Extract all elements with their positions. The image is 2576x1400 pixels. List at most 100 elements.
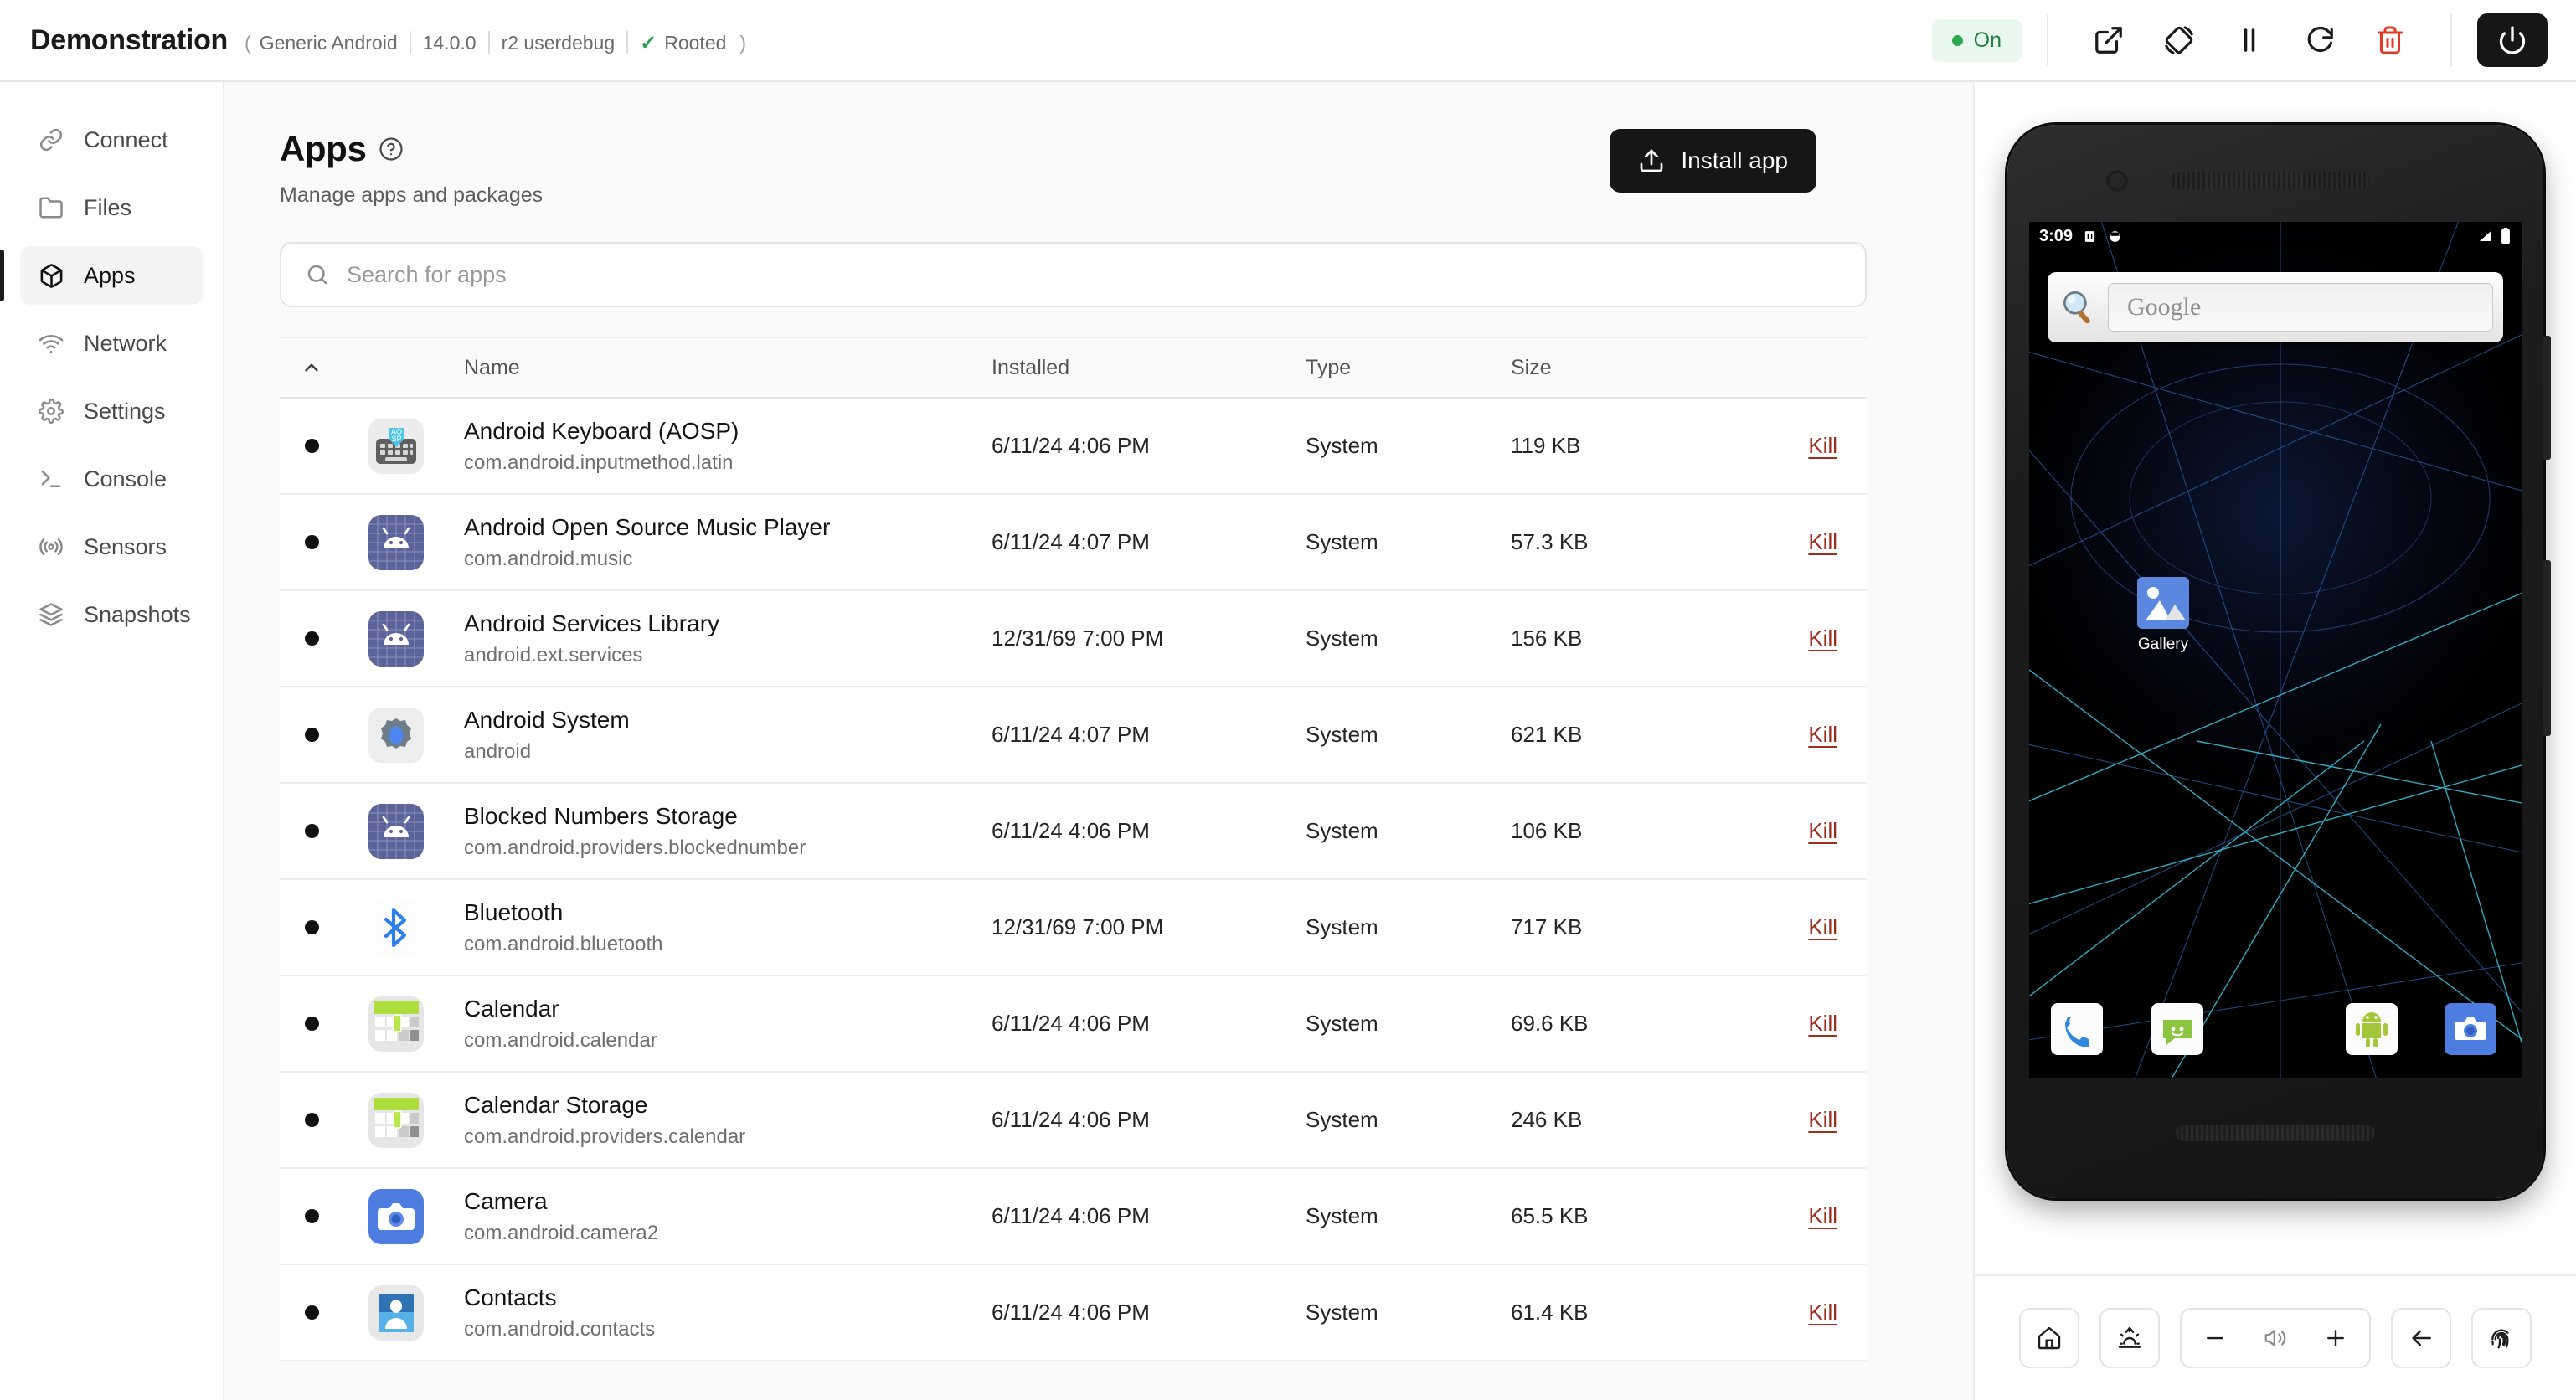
refresh-icon: [2304, 24, 2336, 56]
status-label: On: [1973, 28, 2002, 52]
table-row[interactable]: Android System android 6/11/24 4:07 PM S…: [280, 687, 1867, 784]
android-icon: [368, 610, 424, 667]
restart-button[interactable]: [2292, 13, 2347, 68]
calendar-icon: [368, 1092, 424, 1148]
table-header-size[interactable]: Size: [1511, 356, 1754, 380]
table-header-name[interactable]: Name: [456, 356, 992, 380]
app-installed: 6/11/24 4:06 PM: [992, 1107, 1150, 1132]
kill-app-link[interactable]: Kill: [1808, 625, 1837, 651]
keyboard-icon: AO SP: [368, 418, 424, 474]
device-version: 14.0.0: [422, 31, 477, 54]
table-row[interactable]: AO SP Android Keyboard (AOSP) com.androi…: [280, 399, 1867, 495]
brightness-sunrise-icon: [2116, 1325, 2143, 1351]
chevron-up-icon: [297, 357, 326, 378]
kill-app-link[interactable]: Kill: [1808, 529, 1837, 555]
kill-app-link[interactable]: Kill: [1808, 914, 1837, 940]
install-app-button[interactable]: Install app: [1610, 129, 1816, 193]
app-size: 61.4 KB: [1511, 1300, 1589, 1325]
home-icon: [2036, 1325, 2063, 1351]
running-dot-icon: [304, 920, 319, 934]
open-external-button[interactable]: [2081, 13, 2136, 68]
app-package: com.android.providers.blockednumber: [464, 836, 806, 860]
fingerprint-button[interactable]: [2471, 1308, 2532, 1368]
kill-app-link[interactable]: Kill: [1808, 818, 1837, 844]
phone-icon[interactable]: [2051, 1003, 2103, 1055]
device-status-bar: 3:09: [2029, 222, 2522, 250]
calendar-icon: [368, 996, 424, 1052]
camera-icon: [368, 1188, 424, 1244]
kill-app-link[interactable]: Kill: [1808, 1011, 1837, 1037]
table-row[interactable]: Calendar Storage com.android.providers.c…: [280, 1073, 1867, 1169]
body: Connect Files Apps Network Settings Cons…: [0, 82, 2576, 1400]
table-row[interactable]: Android Services Library android.ext.ser…: [280, 591, 1867, 687]
home-button[interactable]: [2019, 1308, 2079, 1368]
kill-app-link[interactable]: Kill: [1808, 1300, 1837, 1325]
sidebar-item-network[interactable]: Network: [20, 314, 203, 373]
table-row[interactable]: Camera com.android.camera2 6/11/24 4:06 …: [280, 1169, 1867, 1265]
sidebar-item-settings[interactable]: Settings: [20, 382, 203, 440]
power-icon: [2497, 25, 2527, 55]
sidebar-item-apps[interactable]: Apps: [0, 246, 203, 305]
device-name: Generic Android: [259, 31, 398, 54]
delete-button[interactable]: [2362, 13, 2418, 68]
table-row[interactable]: Android Open Source Music Player com.and…: [280, 495, 1867, 591]
sidebar-item-sensors[interactable]: Sensors: [20, 517, 203, 576]
app-name: Camera: [464, 1188, 548, 1215]
app-actions: Kill: [1754, 625, 1867, 651]
home-screen-icon-gallery[interactable]: Gallery: [2123, 577, 2203, 654]
volume-down-button[interactable]: [2190, 1312, 2240, 1364]
sort-toggle[interactable]: [280, 357, 343, 378]
table-row[interactable]: Contacts com.android.contacts 6/11/24 4:…: [280, 1265, 1867, 1361]
back-button[interactable]: [2391, 1308, 2451, 1368]
app-name-cell: Camera com.android.camera2: [456, 1186, 992, 1246]
table-row[interactable]: Blocked Numbers Storage com.android.prov…: [280, 784, 1867, 880]
app-actions: Kill: [1754, 818, 1867, 844]
sidebar-item-connect[interactable]: Connect: [20, 111, 203, 169]
table-row[interactable]: Calendar com.android.calendar 6/11/24 4:…: [280, 976, 1867, 1073]
google-search-widget[interactable]: Google: [2048, 272, 2503, 342]
terminal-icon: [37, 465, 65, 493]
power-button[interactable]: [2477, 13, 2548, 67]
kill-app-link[interactable]: Kill: [1808, 1107, 1837, 1133]
running-dot-icon: [304, 728, 319, 742]
android-robot-icon[interactable]: [2346, 1003, 2398, 1055]
phone-preview: 3:09 Google Gallery: [2007, 82, 2551, 1274]
kill-app-link[interactable]: Kill: [1808, 1203, 1837, 1229]
device-meta: ( Generic Android 14.0.0 r2 userdebug ✓ …: [243, 31, 748, 55]
signal-icon: [2476, 229, 2493, 244]
device-screen[interactable]: 3:09 Google Gallery: [2029, 222, 2522, 1078]
app-actions: Kill: [1754, 1203, 1867, 1229]
camera-icon[interactable]: [2445, 1003, 2496, 1055]
app-package: android: [464, 740, 532, 764]
app-installed: 6/11/24 4:06 PM: [992, 1011, 1150, 1036]
app-name: Android Keyboard (AOSP): [464, 418, 739, 445]
kill-app-link[interactable]: Kill: [1808, 722, 1837, 748]
phone-frame: 3:09 Google Gallery: [2007, 125, 2551, 1198]
search-input[interactable]: [347, 261, 1842, 288]
table-row[interactable]: Bluetooth com.android.bluetooth 12/31/69…: [280, 880, 1867, 976]
sidebar-item-console[interactable]: Console: [20, 450, 203, 508]
app-actions: Kill: [1754, 529, 1867, 555]
sidebar-item-files[interactable]: Files: [20, 178, 203, 237]
sidebar-item-snapshots[interactable]: Snapshots: [20, 585, 203, 644]
messaging-icon[interactable]: [2151, 1003, 2203, 1055]
power-side-button[interactable]: [2543, 560, 2551, 736]
pause-button[interactable]: [2222, 13, 2277, 68]
home-icon-label: Gallery: [2137, 636, 2189, 653]
app-icon-cell: [343, 803, 456, 859]
device-dock: [2029, 999, 2522, 1059]
search-bar[interactable]: [280, 242, 1867, 307]
app-installed: 6/11/24 4:07 PM: [992, 529, 1150, 554]
app-size: 119 KB: [1511, 433, 1581, 458]
rotate-device-button[interactable]: [2151, 13, 2207, 68]
brightness-button[interactable]: [2099, 1308, 2160, 1368]
sidebar-item-label: Snapshots: [84, 601, 191, 627]
table-header-type[interactable]: Type: [1306, 356, 1511, 380]
help-icon[interactable]: [379, 136, 404, 162]
volume-up-button[interactable]: [2311, 1312, 2361, 1364]
page-title: Apps: [280, 129, 367, 168]
table-header-installed[interactable]: Installed: [992, 356, 1306, 380]
kill-app-link[interactable]: Kill: [1808, 433, 1837, 459]
volume-rocker-button[interactable]: [2543, 336, 2551, 460]
app-package: com.android.calendar: [464, 1029, 657, 1053]
